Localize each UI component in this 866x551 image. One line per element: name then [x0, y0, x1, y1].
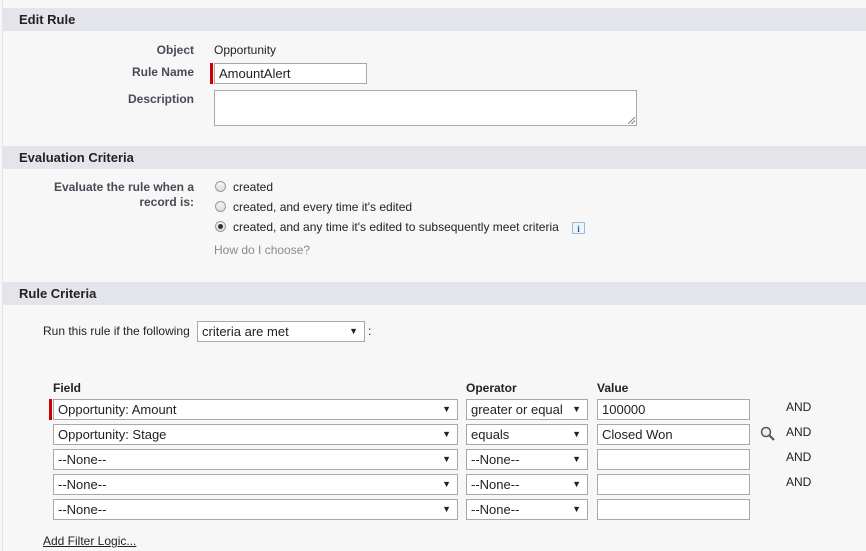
operator-select-value: --None--	[471, 502, 520, 517]
radio-created-subsequently-meet[interactable]	[215, 221, 226, 232]
radio-created-every-edit[interactable]	[215, 201, 226, 212]
operator-select-value: --None--	[471, 477, 520, 492]
info-icon[interactable]: i	[572, 222, 585, 234]
evaluate-when-label-line1: Evaluate the rule when a	[53, 180, 194, 194]
criteria-field-select[interactable]: --None-- ▼	[53, 449, 458, 470]
rule-criteria-section-header: Rule Criteria	[3, 282, 866, 305]
operator-select-value: --None--	[471, 452, 520, 467]
evaluation-criteria-heading: Evaluation Criteria	[19, 150, 134, 165]
field-select-value: Opportunity: Amount	[58, 402, 177, 417]
criteria-operator-select[interactable]: --None-- ▼	[466, 474, 588, 495]
criteria-operator-select[interactable]: --None-- ▼	[466, 449, 588, 470]
criteria-value-input[interactable]	[597, 474, 750, 495]
operator-select-value: equals	[471, 427, 510, 442]
field-select-value: --None--	[58, 477, 107, 492]
chevron-down-icon: ▼	[572, 479, 581, 489]
resize-grip-icon[interactable]	[628, 117, 635, 124]
field-column-header: Field	[53, 381, 82, 395]
chevron-down-icon: ▼	[572, 454, 581, 464]
rule-criteria-heading: Rule Criteria	[19, 286, 97, 301]
required-indicator	[49, 399, 52, 420]
conjunction-and: AND	[786, 425, 812, 439]
required-indicator	[210, 63, 213, 84]
evaluate-when-label-line2: record is:	[139, 195, 194, 209]
description-label: Description	[127, 92, 194, 106]
chevron-down-icon: ▼	[442, 479, 451, 489]
conjunction-and: AND	[786, 400, 812, 414]
how-do-i-choose-link[interactable]: How do I choose?	[214, 243, 310, 257]
chevron-down-icon: ▼	[572, 429, 581, 439]
chevron-down-icon: ▼	[572, 404, 581, 414]
radio-created[interactable]	[215, 181, 226, 192]
edit-rule-section-header: Edit Rule	[3, 8, 866, 31]
field-select-value: --None--	[58, 502, 107, 517]
conjunction-and: AND	[786, 475, 812, 489]
rule-name-label: Rule Name	[131, 65, 194, 79]
rule-name-input[interactable]: AmountAlert	[214, 63, 367, 84]
chevron-down-icon: ▼	[572, 504, 581, 514]
run-rule-suffix: :	[368, 324, 372, 338]
criteria-value-input[interactable]: Closed Won	[597, 424, 750, 445]
operator-select-value: greater or equal	[471, 402, 563, 417]
criteria-value-input[interactable]	[597, 449, 750, 470]
criteria-operator-select[interactable]: equals ▼	[466, 424, 588, 445]
chevron-down-icon: ▼	[442, 404, 451, 414]
criteria-value-input[interactable]: 100000	[597, 399, 750, 420]
radio-created-every-edit-label: created, and every time it's edited	[233, 200, 413, 214]
evaluate-when-label: Evaluate the rule when a record is:	[30, 180, 194, 210]
conjunction-and: AND	[786, 450, 812, 464]
criteria-value-input[interactable]	[597, 499, 750, 520]
criteria-field-select[interactable]: Opportunity: Amount ▼	[53, 399, 458, 420]
evaluation-criteria-section-header: Evaluation Criteria	[3, 146, 866, 169]
criteria-select-value: criteria are met	[202, 324, 289, 339]
criteria-field-select[interactable]: Opportunity: Stage ▼	[53, 424, 458, 445]
criteria-operator-select[interactable]: greater or equal ▼	[466, 399, 588, 420]
add-filter-logic-link[interactable]: Add Filter Logic...	[43, 534, 136, 548]
radio-created-subsequently-meet-label: created, and any time it's edited to sub…	[233, 220, 559, 234]
object-label: Object	[156, 43, 194, 57]
description-textarea[interactable]	[214, 90, 637, 126]
criteria-select[interactable]: criteria are met ▼	[197, 321, 365, 342]
field-select-value: --None--	[58, 452, 107, 467]
value-column-header: Value	[597, 381, 629, 395]
criteria-field-select[interactable]: --None-- ▼	[53, 474, 458, 495]
run-rule-prefix: Run this rule if the following	[43, 324, 190, 338]
chevron-down-icon: ▼	[442, 429, 451, 439]
edit-rule-heading: Edit Rule	[19, 12, 76, 27]
chevron-down-icon: ▼	[442, 504, 451, 514]
field-select-value: Opportunity: Stage	[58, 427, 167, 442]
operator-column-header: Operator	[466, 381, 517, 395]
radio-created-label: created	[233, 180, 274, 194]
chevron-down-icon: ▼	[442, 454, 451, 464]
criteria-field-select[interactable]: --None-- ▼	[53, 499, 458, 520]
criteria-operator-select[interactable]: --None-- ▼	[466, 499, 588, 520]
chevron-down-icon: ▼	[349, 326, 358, 336]
object-value: Opportunity	[214, 43, 277, 57]
lookup-magnifier-icon[interactable]	[760, 426, 776, 442]
